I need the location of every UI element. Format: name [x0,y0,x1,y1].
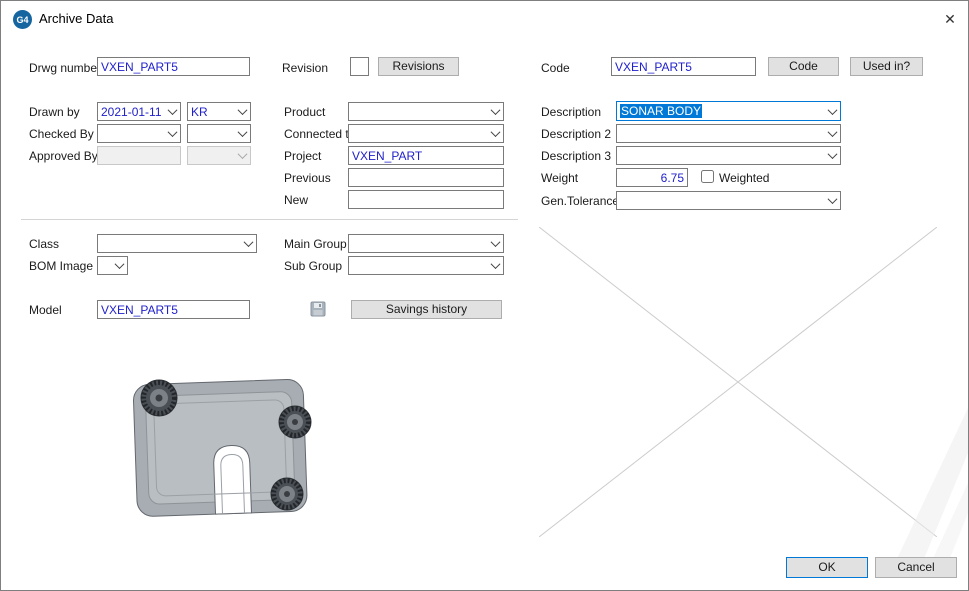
description-label: Description [541,105,601,119]
knurled-knob [271,478,303,510]
bom-image-combo[interactable] [97,256,128,275]
model-label: Model [29,303,62,317]
chevron-down-icon[interactable] [234,103,250,120]
g4-app-icon: G4 [13,10,32,29]
revisions-button[interactable]: Revisions [378,57,459,76]
knurled-knob [141,380,177,416]
chevron-down-icon[interactable] [111,257,127,274]
revision-input[interactable] [350,57,369,76]
weighted-label: Weighted [719,171,769,185]
weighted-checkbox[interactable] [701,170,714,183]
weight-label: Weight [541,171,578,185]
drawn-by-date-combo[interactable]: 2021-01-11 [97,102,181,121]
checked-by-date-combo[interactable] [97,124,181,143]
sub-group-combo[interactable] [348,256,504,275]
connected-to-label: Connected to [284,127,355,141]
separator-line [21,219,518,220]
code-label: Code [541,61,570,75]
chevron-down-icon[interactable] [234,125,250,142]
chevron-down-icon[interactable] [487,125,503,142]
chevron-down-icon[interactable] [487,257,503,274]
revision-label: Revision [282,61,328,75]
description-combo[interactable]: SONAR BODY [616,101,841,121]
project-label: Project [284,149,321,163]
bom-image-label: BOM Image [29,259,93,273]
drawn-by-initials-combo[interactable]: KR [187,102,251,121]
description-value: SONAR BODY [617,104,824,118]
main-group-combo[interactable] [348,234,504,253]
previous-label: Previous [284,171,331,185]
description2-label: Description 2 [541,127,611,141]
new-input[interactable] [348,190,504,209]
chevron-down-icon[interactable] [164,103,180,120]
chevron-down-icon[interactable] [487,235,503,252]
description3-label: Description 3 [541,149,611,163]
gen-tolerance-label: Gen.Tolerance [541,194,619,208]
code-button[interactable]: Code [768,57,839,76]
class-label: Class [29,237,59,251]
model-input[interactable] [97,300,250,319]
description2-combo[interactable] [616,124,841,143]
savings-history-button[interactable]: Savings history [351,300,502,319]
approved-by-input [97,146,181,165]
chevron-down-icon[interactable] [164,125,180,142]
cancel-button[interactable]: Cancel [875,557,957,578]
window-title: Archive Data [39,11,113,26]
product-label: Product [284,105,325,119]
sub-group-label: Sub Group [284,259,342,273]
drwg-number-input[interactable] [97,57,250,76]
code-input[interactable] [611,57,756,76]
checked-by-label: Checked By [29,127,94,141]
drawn-by-initials-value: KR [188,105,234,119]
project-input[interactable] [348,146,504,165]
save-disk-icon [309,300,327,318]
title-bar: G4 Archive Data ✕ [1,1,968,37]
gen-tolerance-combo[interactable] [616,191,841,210]
drawn-by-label: Drawn by [29,105,80,119]
main-group-label: Main Group [284,237,347,251]
checked-by-initials-combo[interactable] [187,124,251,143]
chevron-down-icon[interactable] [824,147,840,164]
weight-input[interactable] [616,168,688,187]
approved-by-initials-combo [187,146,251,165]
drwg-number-label: Drwg number [29,61,101,75]
chevron-down-icon[interactable] [824,125,840,142]
chevron-down-icon[interactable] [824,102,840,120]
chevron-down-icon[interactable] [240,235,256,252]
approved-by-label: Approved By [29,149,98,163]
used-in-button[interactable]: Used in? [850,57,923,76]
chevron-down-icon[interactable] [824,192,840,209]
chevron-down-icon[interactable] [487,103,503,120]
close-icon[interactable]: ✕ [937,7,963,31]
product-combo[interactable] [348,102,504,121]
drawn-by-date-value: 2021-01-11 [98,105,164,119]
new-label: New [284,193,308,207]
model-preview-image [97,342,337,536]
archive-data-dialog: G4 Archive Data ✕ Drwg number Revision R… [0,0,969,591]
class-combo[interactable] [97,234,257,253]
description3-combo[interactable] [616,146,841,165]
previous-input[interactable] [348,168,504,187]
chevron-down-icon [234,147,250,164]
connected-to-combo[interactable] [348,124,504,143]
knurled-knob [279,406,311,438]
ok-button[interactable]: OK [786,557,868,578]
empty-image-placeholder [539,227,937,537]
